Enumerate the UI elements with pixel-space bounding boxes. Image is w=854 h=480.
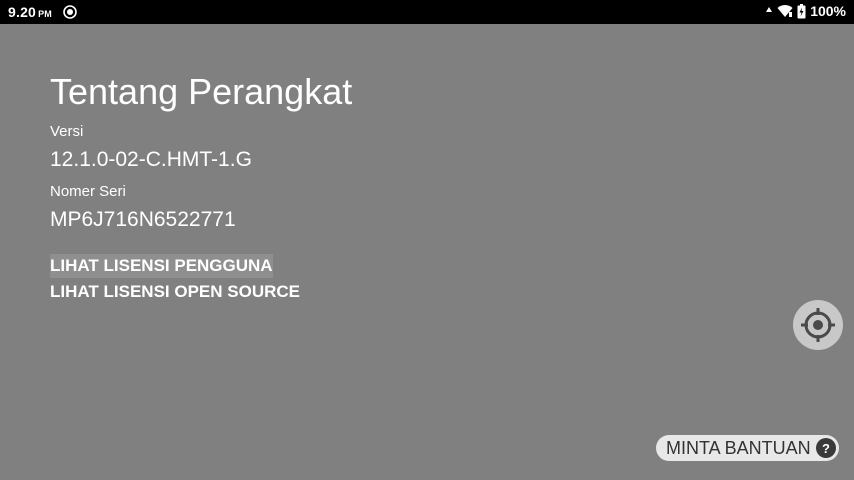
user-license-link[interactable]: LIHAT LISENSI PENGGUNA xyxy=(50,254,273,278)
status-icons: 100% xyxy=(765,3,846,19)
serial-label: Nomer Seri xyxy=(50,183,126,200)
signal-icon xyxy=(766,7,773,12)
wifi-icon xyxy=(777,5,793,18)
open-source-license-link[interactable]: LIHAT LISENSI OPEN SOURCE xyxy=(50,280,300,304)
question-icon: ? xyxy=(816,438,836,458)
help-label: MINTA BANTUAN xyxy=(666,437,811,458)
battery-percent: 100% xyxy=(810,3,846,19)
help-button[interactable]: MINTA BANTUAN ? xyxy=(656,435,839,461)
page-title: Tentang Perangkat xyxy=(50,71,353,112)
status-ampm: PM xyxy=(38,9,52,19)
crosshair-icon xyxy=(801,308,835,342)
version-label: Versi xyxy=(50,123,84,140)
status-bar: 9.20 PM 100% xyxy=(0,0,854,24)
notification-icon xyxy=(63,5,77,19)
serial-value: MP6J716N6522771 xyxy=(50,208,236,231)
version-value: 12.1.0-02-C.HMT-1.G xyxy=(50,148,252,171)
target-button[interactable] xyxy=(793,300,843,350)
status-time: 9.20 PM xyxy=(8,4,52,20)
status-time-value: 9.20 xyxy=(8,4,37,20)
battery-charging-icon xyxy=(797,3,806,18)
